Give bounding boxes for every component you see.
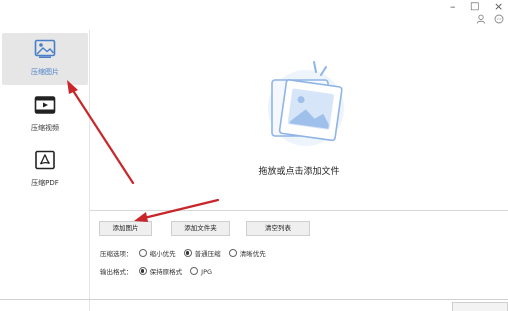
sidebar-item-label: 压缩视频 [31,124,59,132]
add-file-illustration-icon [268,61,344,146]
option-label: 清晰优先 [239,250,266,258]
sidebar-item-compress-video[interactable]: 压缩视频 [2,89,88,141]
user-icon[interactable] [476,14,486,24]
radio-button-selected[interactable] [183,249,192,257]
minimize-button[interactable]: – [450,1,456,13]
pdf-icon [35,150,55,170]
option-label: 普通压缩 [194,250,221,258]
sidebar-item-label: 压缩PDF [31,179,59,187]
close-button[interactable]: × [494,1,503,13]
add-folder-button[interactable]: 添加文件夹 [171,221,230,236]
format-option-jpg[interactable]: JPG [190,267,212,276]
sidebar-item-label: 压缩图片 [31,68,59,76]
radio-button[interactable] [190,267,199,275]
sidebar-item-compress-image[interactable]: 压缩图片 [2,33,88,85]
clear-list-button[interactable]: 清空列表 [246,221,310,236]
output-format-label: 输出格式： [100,268,133,276]
option-label: 保持原格式 [149,268,183,276]
radio-button[interactable] [138,249,147,257]
compress-options-row: 压缩选项： 缩小优先 普通压缩 清晰优先 [100,248,272,258]
bottom-divider [0,299,508,300]
maximize-button[interactable]: □ [470,1,479,13]
compress-options-label: 压缩选项： [100,250,133,258]
file-drop-zone[interactable]: 拖放或点击添加文件 [90,30,508,211]
radio-button[interactable] [228,249,237,257]
feedback-icon[interactable] [494,14,504,24]
output-format-row: 输出格式： 保持原格式 JPG [100,266,218,276]
option-label: 缩小优先 [149,250,176,258]
compress-option-normal[interactable]: 普通压缩 [183,248,221,258]
format-option-keep-original[interactable]: 保持原格式 [138,266,183,276]
image-icon [34,39,56,58]
title-bar: – □ × [0,0,508,30]
start-compress-button[interactable] [452,302,508,311]
sidebar-item-compress-pdf[interactable]: 压缩PDF [2,144,88,196]
compress-option-clarity[interactable]: 清晰优先 [228,248,266,258]
option-label: JPG [201,268,213,276]
add-image-button[interactable]: 添加图片 [99,221,152,236]
drop-zone-text: 拖放或点击添加文件 [258,167,340,177]
radio-button-selected[interactable] [138,267,147,275]
sidebar: 压缩图片 压缩视频 压缩PDF [0,30,90,311]
main-panel: 拖放或点击添加文件 添加图片 添加文件夹 清空列表 压缩选项： 缩小优先 普通压… [90,30,508,311]
video-icon [34,96,56,114]
compress-option-smaller[interactable]: 缩小优先 [138,248,176,258]
